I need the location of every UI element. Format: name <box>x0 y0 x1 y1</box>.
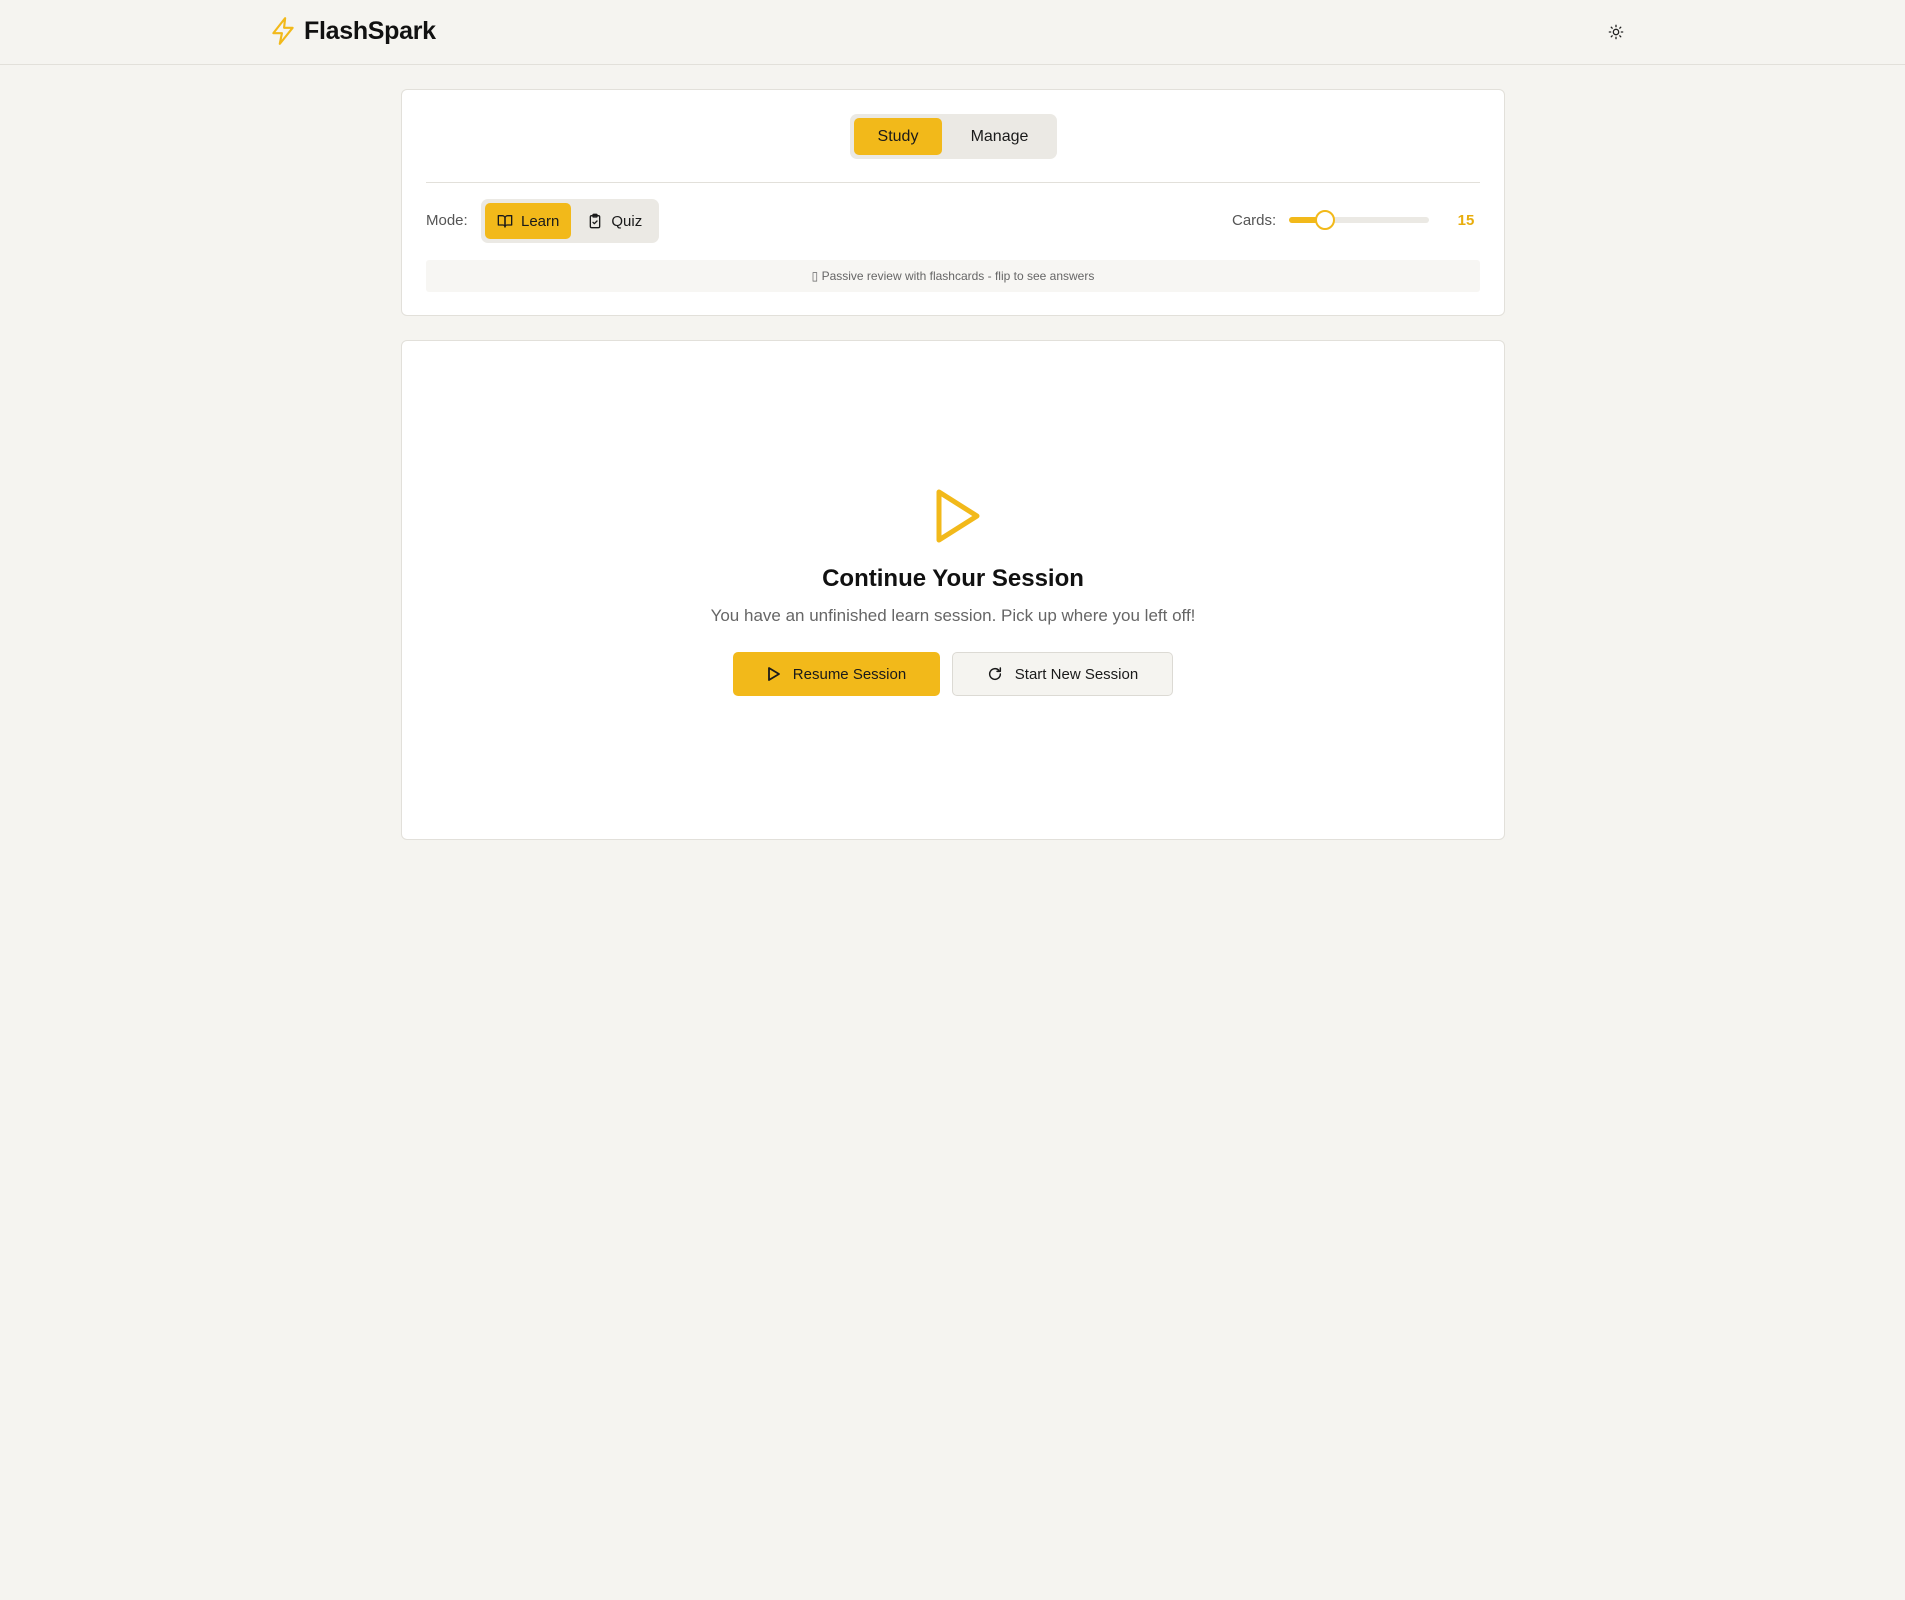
refresh-icon <box>988 667 1001 681</box>
start-new-session-label: Start New Session <box>1014 665 1139 683</box>
brand-name: FlashSpark <box>304 16 436 45</box>
theme-toggle-button[interactable] <box>1602 20 1630 44</box>
session-description: You have an unfinished learn session. Pi… <box>710 606 1196 625</box>
mode-selector: Learn Quiz <box>481 199 659 243</box>
mode-quiz-button[interactable]: Quiz <box>575 203 654 239</box>
start-new-session-button[interactable]: Start New Session <box>952 652 1173 696</box>
mode-hint: ▯ Passive review with flashcards - flip … <box>426 260 1480 292</box>
tab-manage[interactable]: Manage <box>948 118 1051 155</box>
brand[interactable]: FlashSpark <box>270 16 436 46</box>
book-open-icon <box>497 215 513 228</box>
cards-label: Cards: <box>1232 212 1277 229</box>
resume-session-label: Resume Session <box>792 665 907 683</box>
mode-learn-label: Learn <box>521 212 560 230</box>
session-card: Continue Your Session You have an unfini… <box>401 340 1505 840</box>
tab-study[interactable]: Study <box>854 118 942 155</box>
cards-count-value: 15 <box>1457 212 1475 229</box>
lightning-bolt-icon <box>272 17 294 45</box>
play-icon <box>767 667 780 681</box>
slider-thumb[interactable] <box>1315 210 1336 230</box>
session-title: Continue Your Session <box>822 565 1084 592</box>
divider <box>426 182 1480 183</box>
cards-slider[interactable] <box>1289 210 1429 230</box>
mode-learn-button[interactable]: Learn <box>485 203 572 239</box>
sun-icon <box>1608 24 1624 40</box>
study-controls-card: Study Manage Mode: Learn Quiz Cards: 15 … <box>401 89 1505 316</box>
mode-label: Mode: <box>426 212 468 229</box>
mode-quiz-label: Quiz <box>611 212 643 230</box>
top-bar: FlashSpark <box>0 0 1905 65</box>
play-icon <box>936 489 980 543</box>
clipboard-check-icon <box>590 213 601 229</box>
view-tabs: Study Manage <box>850 114 1057 159</box>
resume-session-button[interactable]: Resume Session <box>733 652 940 696</box>
